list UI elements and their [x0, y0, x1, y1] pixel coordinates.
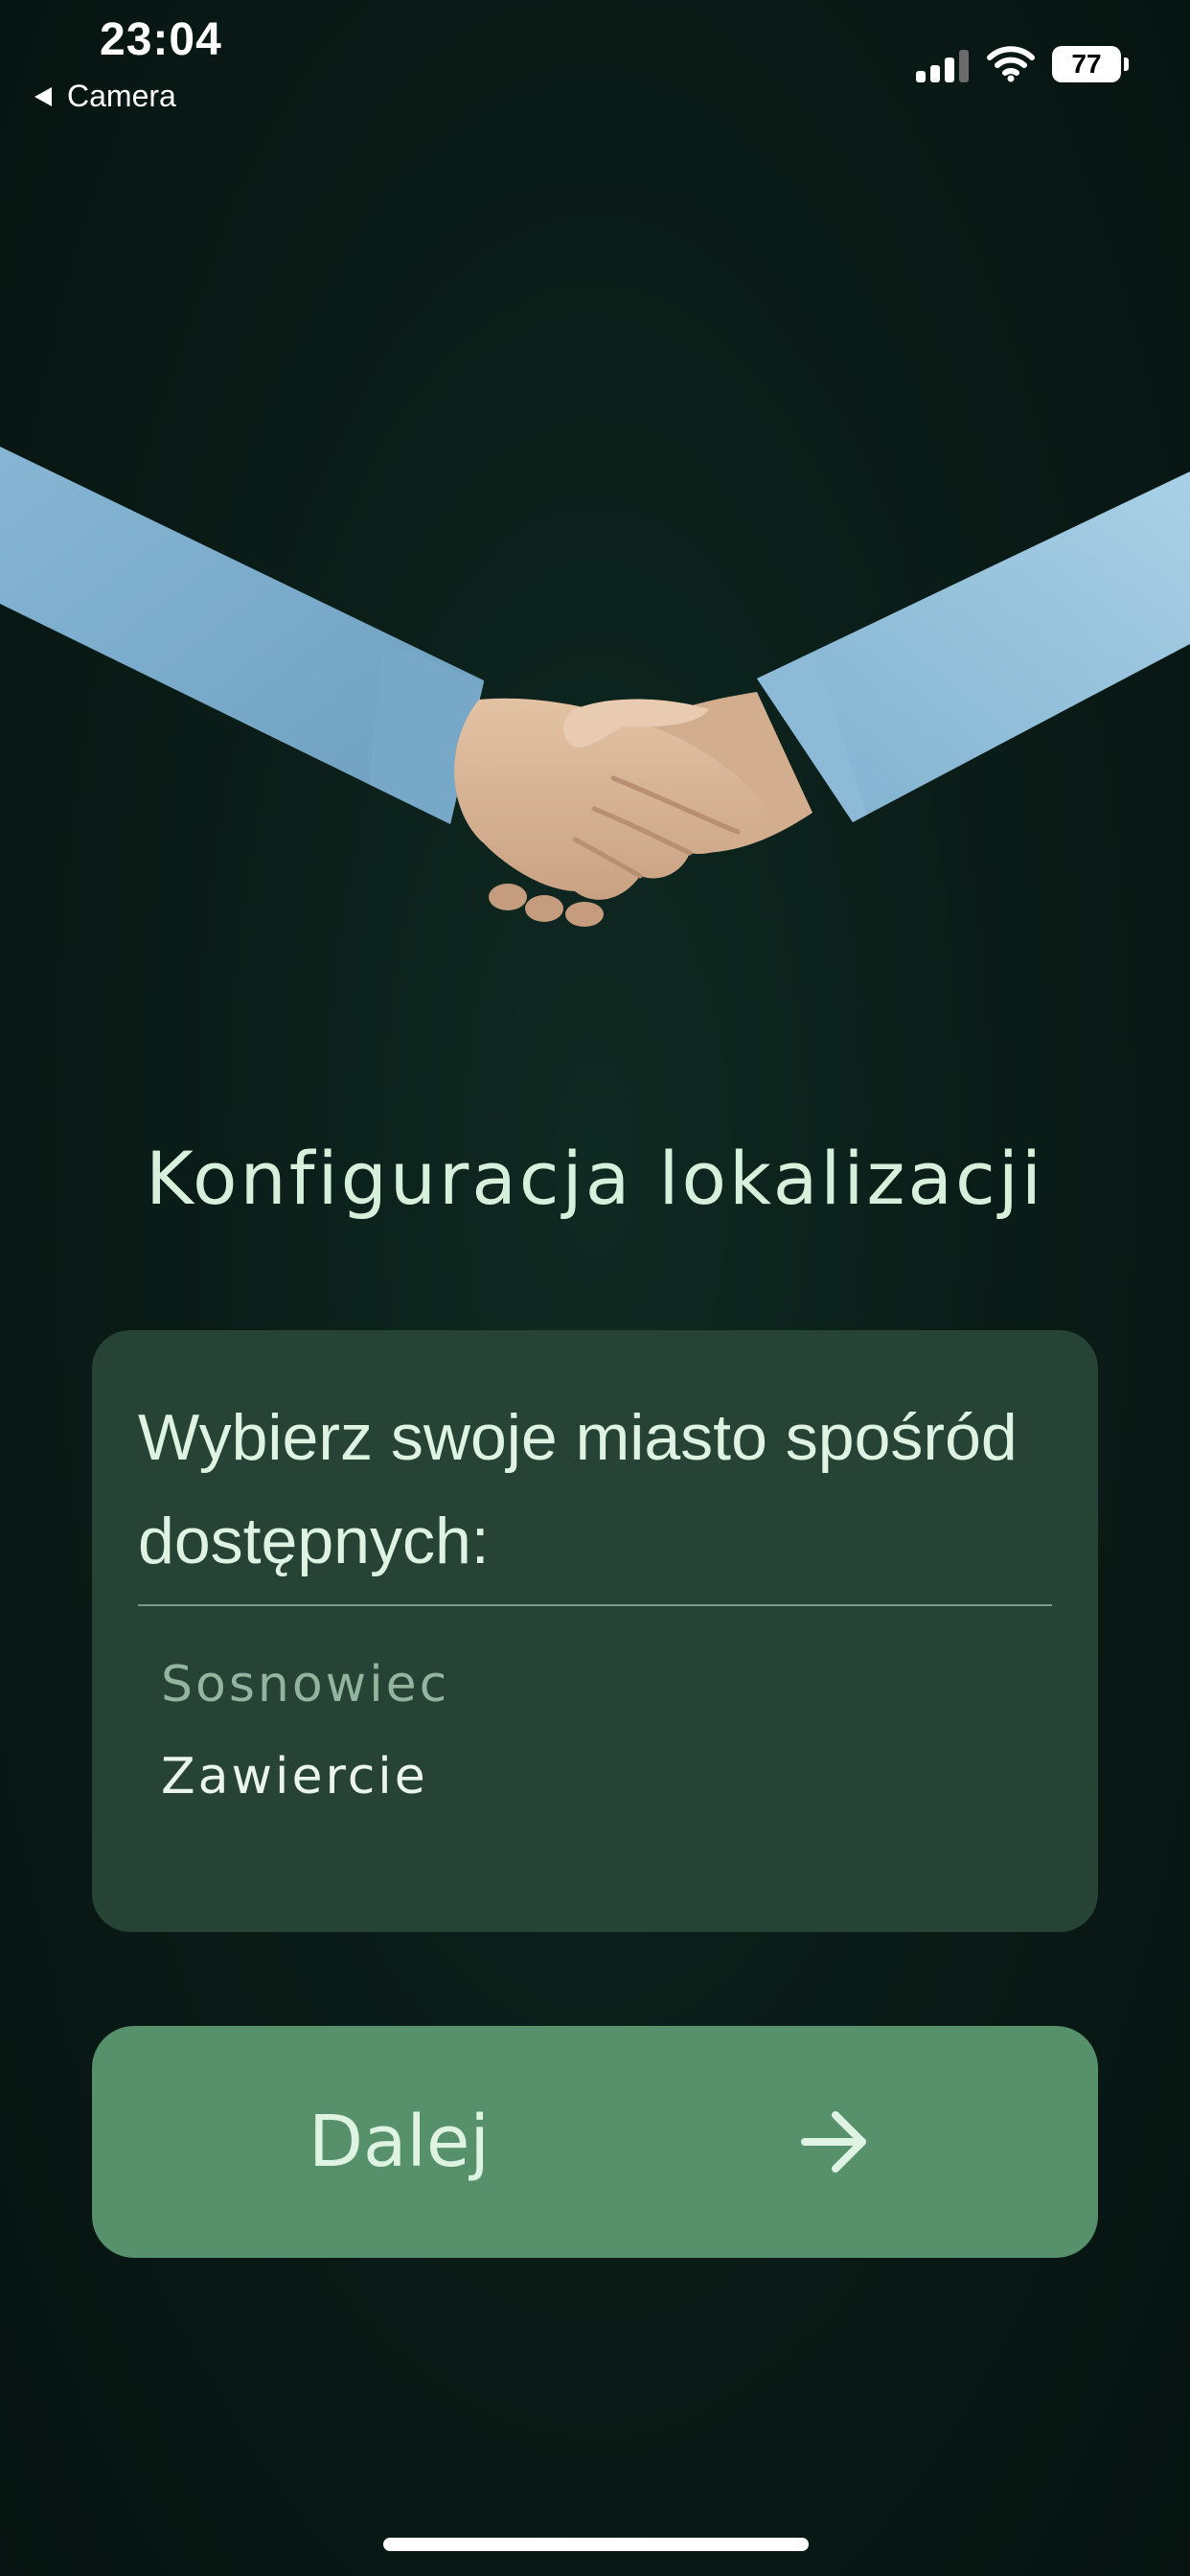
- city-prompt: Wybierz swoje miasto spośród dostępnych:: [138, 1401, 1018, 1577]
- battery-level: 77: [1052, 46, 1121, 82]
- home-indicator[interactable]: [383, 2538, 809, 2551]
- cellular-signal-icon: [916, 48, 970, 82]
- city-option-zawiercie[interactable]: Zawiercie: [161, 1731, 1023, 1823]
- next-button[interactable]: Dalej: [92, 2026, 1098, 2258]
- battery-icon: 77: [1052, 46, 1129, 82]
- back-label: Camera: [67, 79, 176, 113]
- next-button-label: Dalej: [309, 2101, 490, 2183]
- city-list: Sosnowiec Zawiercie: [161, 1639, 1023, 1823]
- city-selection-card: Wybierz swoje miasto spośród dostępnych:…: [92, 1330, 1098, 1932]
- arrow-right-icon: [801, 2111, 866, 2173]
- back-to-camera-link[interactable]: Camera: [34, 79, 176, 114]
- handshake-illustration: [0, 447, 1190, 927]
- page-title: Konfiguracja lokalizacji: [145, 1136, 1045, 1221]
- card-divider: [138, 1604, 1052, 1606]
- wifi-icon: [987, 46, 1035, 82]
- city-option-sosnowiec[interactable]: Sosnowiec: [161, 1639, 1023, 1731]
- status-time: 23:04: [100, 14, 222, 65]
- back-arrow-icon: [34, 86, 52, 106]
